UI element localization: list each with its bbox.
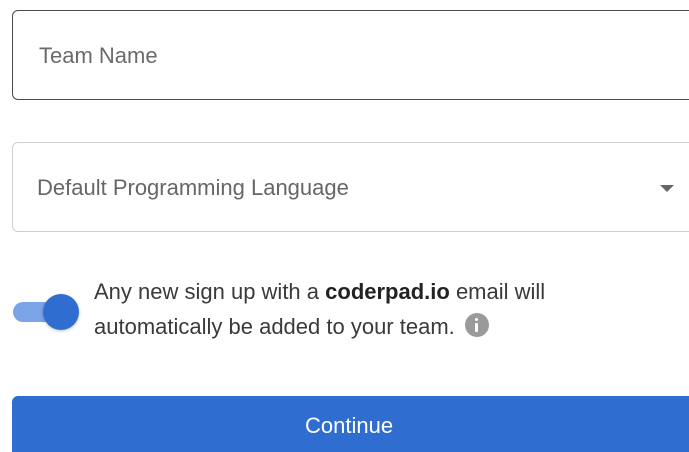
- team-name-input[interactable]: [37, 11, 641, 101]
- toggle-thumb[interactable]: [43, 294, 79, 330]
- caret-down-icon[interactable]: [660, 185, 674, 192]
- create-team-form: Default Programming Language Any new sig…: [0, 0, 689, 452]
- team-name-field[interactable]: [12, 10, 689, 101]
- default-language-label: Default Programming Language: [37, 175, 349, 200]
- continue-button-label: Continue: [305, 413, 394, 438]
- auto-join-description: Any new sign up with a coderpad.io email…: [94, 274, 654, 344]
- auto-join-toggle[interactable]: [13, 294, 79, 330]
- default-language-select[interactable]: Default Programming Language: [12, 142, 689, 232]
- auto-join-text-before: Any new sign up with a: [94, 279, 326, 304]
- continue-button[interactable]: Continue: [12, 396, 689, 452]
- auto-join-domain: coderpad.io: [325, 279, 450, 304]
- info-icon[interactable]: [464, 313, 489, 337]
